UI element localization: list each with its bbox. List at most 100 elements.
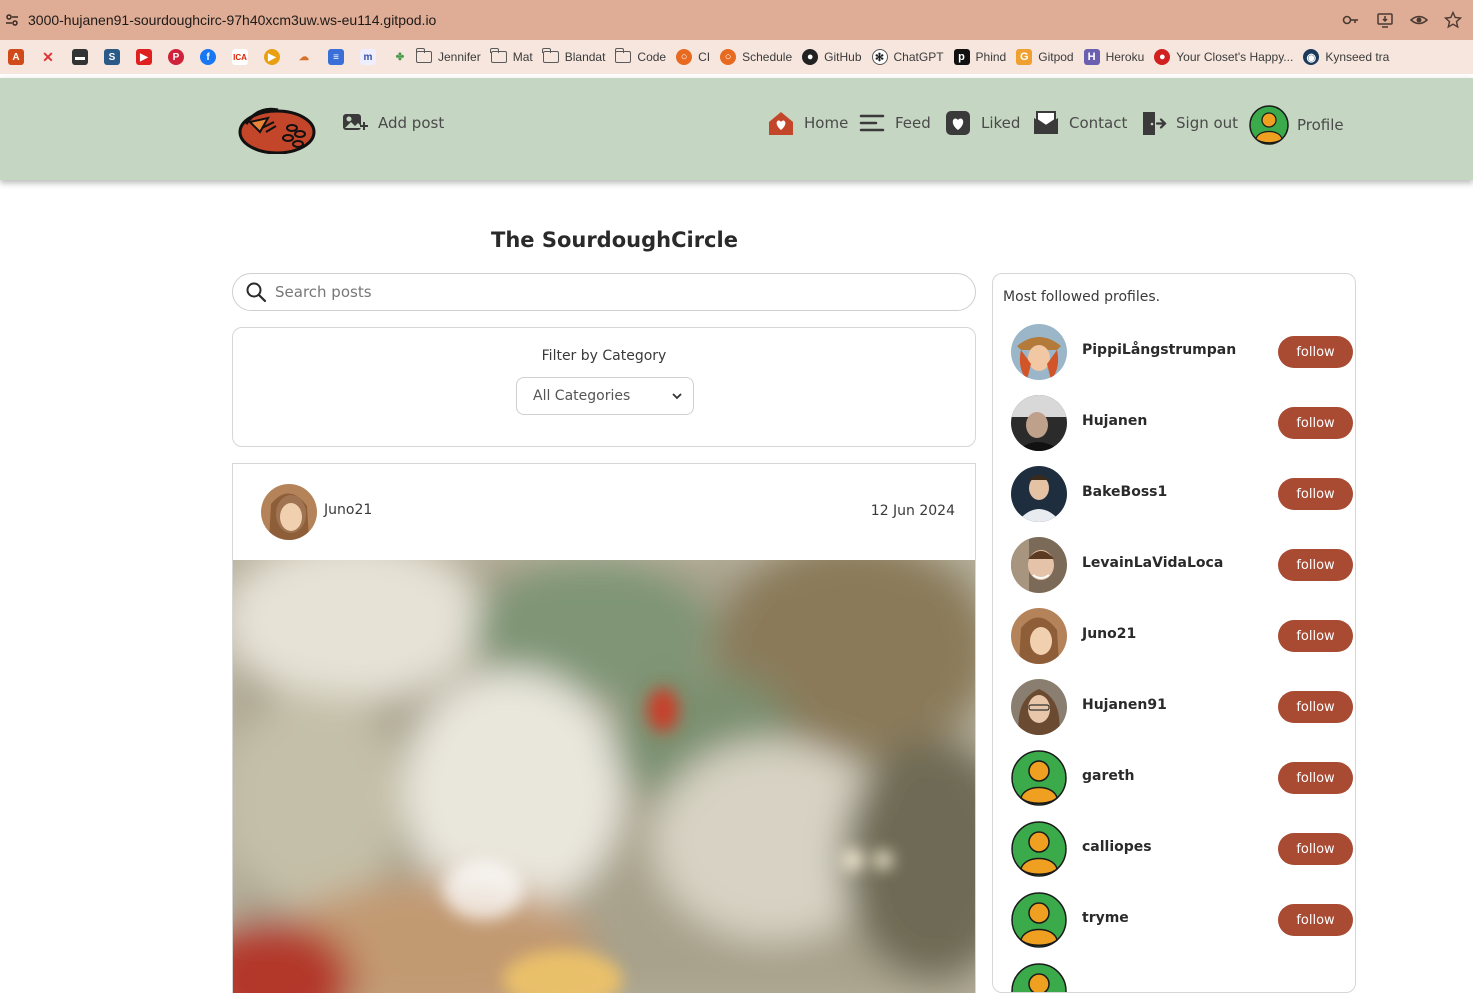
ci-icon: ○ — [676, 49, 693, 65]
follow-button[interactable]: follow — [1278, 762, 1353, 794]
bookmark-favicon-icon[interactable]: ✤ — [392, 49, 408, 65]
profile-row: Juno21 follow — [1011, 608, 1353, 664]
follow-button[interactable]: follow — [1278, 336, 1353, 368]
heroku-icon: H — [1083, 49, 1100, 65]
most-followed-sidebar: Most followed profiles. PippiLångstrumpa… — [992, 273, 1356, 993]
sourdough-logo[interactable] — [238, 102, 316, 154]
ica-icon[interactable]: ICA — [232, 49, 248, 65]
key-icon[interactable] — [1341, 10, 1361, 30]
schedule-icon: ○ — [720, 49, 737, 65]
profile-name[interactable]: PippiLångstrumpan — [1082, 342, 1236, 358]
search-input[interactable] — [275, 283, 925, 301]
profile-name[interactable]: Hujanen91 — [1082, 697, 1167, 713]
bookmark-github[interactable]: ● GitHub — [802, 49, 862, 65]
bookmark-gitpod[interactable]: G Gitpod — [1016, 49, 1074, 65]
sidebar-title: Most followed profiles. — [1003, 289, 1161, 305]
bookmark-chatgpt[interactable]: ✻ ChatGPT — [871, 49, 944, 65]
eye-icon[interactable] — [1409, 10, 1429, 30]
bookmark-code[interactable]: Code — [614, 48, 666, 64]
follow-button[interactable]: follow — [1278, 833, 1353, 865]
profile-avatar[interactable] — [1011, 608, 1067, 664]
profile-name[interactable]: BakeBoss1 — [1082, 484, 1167, 500]
browser-url-bar: 3000-hujanen91-sourdoughcirc-97h40xcm3uw… — [0, 0, 1473, 40]
bookmark-phind[interactable]: p Phind — [953, 49, 1006, 65]
search-icon — [246, 282, 267, 303]
profile-avatar[interactable] — [1011, 466, 1067, 522]
profile-avatar[interactable] — [1011, 537, 1067, 593]
nav-home[interactable]: Home — [766, 108, 848, 138]
pinterest-icon[interactable]: P — [168, 49, 184, 65]
bookmark-favicon-icon[interactable]: ☁ — [296, 49, 312, 65]
nav-feed-label: Feed — [895, 114, 931, 132]
profile-row: Hujanen follow — [1011, 395, 1353, 451]
profile-name[interactable]: tryme — [1082, 910, 1129, 926]
bookmark-blandat[interactable]: Blandat — [542, 48, 605, 64]
follow-button[interactable]: follow — [1278, 407, 1353, 439]
bookmark-ci[interactable]: ○ CI — [676, 49, 710, 65]
default-avatar-icon[interactable] — [1011, 750, 1067, 806]
gitpod-icon: G — [1016, 49, 1033, 65]
folder-icon — [542, 48, 559, 63]
steam-icon: ◉ — [1303, 49, 1320, 65]
nav-feed[interactable]: Feed — [857, 108, 931, 138]
x-close-favicon-icon[interactable]: ✕ — [40, 49, 56, 65]
bookmark-favicon-icon[interactable]: m — [360, 49, 376, 65]
mail-icon — [1031, 108, 1061, 138]
profile-row: Hujanen91 follow — [1011, 679, 1353, 735]
bookmark-favicon-icon[interactable]: A — [8, 49, 24, 65]
profile-name[interactable]: Juno21 — [1082, 626, 1136, 642]
follow-button[interactable]: follow — [1278, 549, 1353, 581]
post-author-avatar[interactable] — [261, 484, 317, 540]
bookmark-favicon-icon[interactable]: S — [104, 49, 120, 65]
chevron-down-icon — [672, 393, 682, 400]
default-avatar-icon[interactable] — [1011, 821, 1067, 877]
bookmark-closet[interactable]: ● Your Closet's Happy... — [1154, 49, 1293, 65]
nav-liked[interactable]: Liked — [943, 108, 1020, 138]
profile-name[interactable]: Hujanen — [1082, 413, 1147, 429]
nav-contact[interactable]: Contact — [1031, 108, 1127, 138]
nav-home-label: Home — [804, 114, 849, 132]
category-select[interactable]: All Categories — [516, 377, 694, 415]
play-icon[interactable]: ▶ — [264, 49, 280, 65]
bookmark-mat[interactable]: Mat — [490, 48, 533, 64]
follow-button[interactable]: follow — [1278, 904, 1353, 936]
bookmark-star-icon[interactable] — [1443, 10, 1463, 30]
install-app-icon[interactable] — [1375, 10, 1395, 30]
feed-lines-icon — [857, 108, 887, 138]
profile-avatar[interactable] — [1011, 679, 1067, 735]
docs-icon[interactable]: ≡ — [328, 49, 344, 65]
follow-button[interactable]: follow — [1278, 620, 1353, 652]
nav-contact-label: Contact — [1069, 114, 1128, 132]
nav-add-post[interactable]: Add post — [340, 108, 444, 138]
bookmark-kynseed[interactable]: ◉ Kynseed tra — [1303, 49, 1389, 65]
profile-name[interactable]: LevainLaVidaLoca — [1082, 555, 1223, 571]
search-bar[interactable] — [232, 273, 976, 311]
follow-button[interactable]: follow — [1278, 691, 1353, 723]
phind-icon: p — [953, 49, 970, 65]
follow-button[interactable]: follow — [1278, 478, 1353, 510]
closet-icon: ● — [1154, 49, 1171, 65]
profile-row: gareth follow — [1011, 750, 1353, 806]
github-icon: ● — [802, 49, 819, 65]
post-image[interactable] — [233, 560, 975, 993]
profile-name[interactable]: gareth — [1082, 768, 1135, 784]
profile-avatar[interactable] — [1011, 324, 1067, 380]
nav-profile[interactable]: Profile — [1249, 105, 1344, 145]
youtube-icon[interactable]: ▶ — [136, 49, 152, 65]
profile-name[interactable]: calliopes — [1082, 839, 1152, 855]
default-avatar-icon[interactable] — [1011, 892, 1067, 948]
default-avatar-icon[interactable] — [1011, 963, 1067, 992]
nav-sign-out[interactable]: Sign out — [1138, 108, 1238, 138]
facebook-icon[interactable]: f — [200, 49, 216, 65]
url-text[interactable]: 3000-hujanen91-sourdoughcirc-97h40xcm3uw… — [28, 12, 436, 28]
profile-row: PippiLångstrumpan follow — [1011, 324, 1353, 380]
post-author-name[interactable]: Juno21 — [324, 502, 372, 518]
bookmark-jennifer[interactable]: Jennifer — [415, 48, 481, 64]
nav-add-post-label: Add post — [378, 114, 445, 132]
bookmark-heroku[interactable]: H Heroku — [1083, 49, 1144, 65]
bookmark-schedule[interactable]: ○ Schedule — [720, 49, 792, 65]
page-title: The SourdoughCircle — [491, 228, 738, 252]
profile-avatar[interactable] — [1011, 395, 1067, 451]
bookmark-favicon-icon[interactable]: ▬ — [72, 49, 88, 65]
site-info-icon[interactable] — [4, 12, 20, 28]
